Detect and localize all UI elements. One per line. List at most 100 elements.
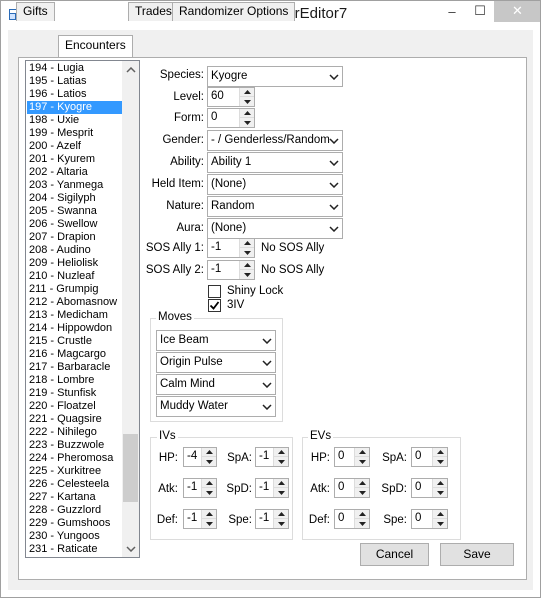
spin-up-icon[interactable] <box>240 88 254 97</box>
sos-ally-1-stepper[interactable]: -1 <box>207 238 255 258</box>
spin-down-icon[interactable] <box>202 457 216 466</box>
list-item[interactable]: 222 - Nihilego <box>27 426 123 439</box>
iv-spd-stepper[interactable]: -1 <box>255 478 289 498</box>
list-item[interactable]: 203 - Yanmega <box>27 179 123 192</box>
sos-ally-2-stepper[interactable]: -1 <box>207 260 255 280</box>
list-item[interactable]: 208 - Audino <box>27 244 123 257</box>
spin-down-icon[interactable] <box>240 97 254 106</box>
list-item[interactable]: 223 - Buzzwole <box>27 439 123 452</box>
spin-up-icon[interactable] <box>202 448 216 457</box>
spin-up-icon[interactable] <box>433 510 447 519</box>
save-button[interactable]: Save <box>440 543 514 566</box>
scroll-up-arrow-icon[interactable] <box>122 61 139 78</box>
list-item[interactable]: 199 - Mesprit <box>27 127 123 140</box>
list-item[interactable]: 229 - Gumshoos <box>27 517 123 530</box>
spin-up-icon[interactable] <box>355 479 369 488</box>
list-item[interactable]: 210 - Nuzleaf <box>27 270 123 283</box>
ev-hp-stepper[interactable]: 0 <box>334 447 370 467</box>
move-1-select[interactable]: Ice Beam <box>156 330 276 351</box>
list-item[interactable]: 211 - Grumpig <box>27 283 123 296</box>
spin-down-icon[interactable] <box>355 457 369 466</box>
spin-down-icon[interactable] <box>433 457 447 466</box>
iv-spe-stepper[interactable]: -1 <box>255 509 289 529</box>
species-select[interactable]: Kyogre <box>207 66 343 87</box>
aura-select[interactable]: (None) <box>207 218 343 239</box>
move-2-select[interactable]: Origin Pulse <box>156 352 276 373</box>
ev-atk-stepper[interactable]: 0 <box>334 478 370 498</box>
nature-select[interactable]: Random <box>207 196 343 217</box>
list-item[interactable]: 224 - Pheromosa <box>27 452 123 465</box>
list-item[interactable]: 227 - Kartana <box>27 491 123 504</box>
list-item[interactable]: 196 - Latios <box>27 88 123 101</box>
spin-down-icon[interactable] <box>355 488 369 497</box>
spin-up-icon[interactable] <box>433 448 447 457</box>
ev-spd-stepper[interactable]: 0 <box>411 478 448 498</box>
list-item[interactable]: 206 - Swellow <box>27 218 123 231</box>
spin-down-icon[interactable] <box>355 519 369 528</box>
ev-spe-stepper[interactable]: 0 <box>411 509 448 529</box>
list-item[interactable]: 212 - Abomasnow <box>27 296 123 309</box>
list-item[interactable]: 226 - Celesteela <box>27 478 123 491</box>
spin-down-icon[interactable] <box>274 519 288 528</box>
scroll-down-arrow-icon[interactable] <box>122 540 139 557</box>
spin-down-icon[interactable] <box>274 488 288 497</box>
list-item[interactable]: 221 - Quagsire <box>27 413 123 426</box>
spin-down-icon[interactable] <box>202 519 216 528</box>
list-item[interactable]: 220 - Floatzel <box>27 400 123 413</box>
list-item[interactable]: 201 - Kyurem <box>27 153 123 166</box>
spin-up-icon[interactable] <box>274 448 288 457</box>
encounter-list[interactable]: 194 - Lugia 195 - Latias 196 - Latios 197 -… <box>25 60 140 558</box>
list-item[interactable]: 205 - Swanna <box>27 205 123 218</box>
list-item[interactable]: 228 - Guzzlord <box>27 504 123 517</box>
list-item[interactable]: 216 - Magcargo <box>27 348 123 361</box>
spin-down-icon[interactable] <box>240 270 254 279</box>
list-item[interactable]: 200 - Azelf <box>27 140 123 153</box>
list-item[interactable]: 197 - Kyogre <box>27 101 123 114</box>
spin-down-icon[interactable] <box>274 457 288 466</box>
iv-atk-stepper[interactable]: -1 <box>183 478 217 498</box>
iv-spa-stepper[interactable]: -1 <box>255 447 289 467</box>
iv-hp-stepper[interactable]: -4 <box>183 447 217 467</box>
list-item[interactable]: 198 - Uxie <box>27 114 123 127</box>
list-item[interactable]: 213 - Medicham <box>27 309 123 322</box>
tab-gifts[interactable]: Gifts <box>16 2 55 21</box>
minimize-button[interactable]: – <box>438 0 466 22</box>
list-item[interactable]: 202 - Altaria <box>27 166 123 179</box>
gender-select[interactable]: - / Genderless/Random <box>207 130 343 151</box>
ev-spa-stepper[interactable]: 0 <box>411 447 448 467</box>
move-3-select[interactable]: Calm Mind <box>156 374 276 395</box>
ability-select[interactable]: Ability 1 <box>207 152 343 173</box>
spin-down-icon[interactable] <box>202 488 216 497</box>
list-item[interactable]: 218 - Lombre <box>27 374 123 387</box>
list-item[interactable]: 204 - Sigilyph <box>27 192 123 205</box>
list-item[interactable]: 195 - Latias <box>27 75 123 88</box>
list-item[interactable]: 209 - Heliolisk <box>27 257 123 270</box>
list-item[interactable]: 217 - Barbaracle <box>27 361 123 374</box>
cancel-button[interactable]: Cancel <box>360 543 429 566</box>
held-item-select[interactable]: (None) <box>207 174 343 195</box>
spin-down-icon[interactable] <box>433 519 447 528</box>
maximize-button[interactable]: ☐ <box>466 0 494 22</box>
move-4-select[interactable]: Muddy Water <box>156 396 276 417</box>
three-iv-checkbox[interactable] <box>208 299 221 312</box>
list-item[interactable]: 225 - Xurkitree <box>27 465 123 478</box>
level-stepper[interactable]: 60 <box>207 87 255 107</box>
spin-up-icon[interactable] <box>202 510 216 519</box>
list-item[interactable]: 214 - Hippowdon <box>27 322 123 335</box>
spin-down-icon[interactable] <box>240 248 254 257</box>
spin-down-icon[interactable] <box>433 488 447 497</box>
ev-def-stepper[interactable]: 0 <box>334 509 370 529</box>
spin-up-icon[interactable] <box>240 109 254 118</box>
spin-up-icon[interactable] <box>355 510 369 519</box>
spin-up-icon[interactable] <box>240 261 254 270</box>
iv-def-stepper[interactable]: -1 <box>183 509 217 529</box>
form-stepper[interactable]: 0 <box>207 108 255 128</box>
tab-encounters[interactable]: Encounters <box>58 35 133 57</box>
list-item[interactable]: 219 - Stunfisk <box>27 387 123 400</box>
spin-up-icon[interactable] <box>355 448 369 457</box>
scroll-thumb[interactable] <box>123 434 138 502</box>
spin-up-icon[interactable] <box>240 239 254 248</box>
list-item[interactable]: 194 - Lugia <box>27 62 123 75</box>
spin-down-icon[interactable] <box>240 118 254 127</box>
list-scrollbar[interactable] <box>122 61 139 557</box>
